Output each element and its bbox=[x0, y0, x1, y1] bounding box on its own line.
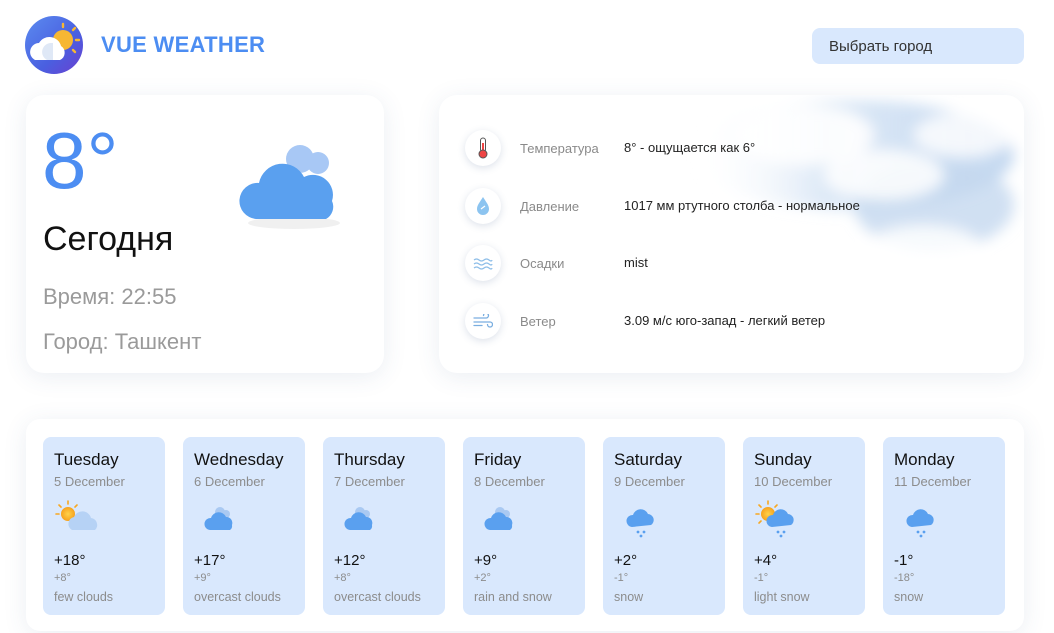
detail-label: Ветер bbox=[520, 314, 556, 329]
day-name: Monday bbox=[894, 450, 955, 469]
detail-label: Давление bbox=[520, 199, 580, 214]
wind-icon bbox=[465, 303, 501, 339]
day-name: Friday bbox=[474, 450, 522, 469]
precipitation-icon bbox=[465, 245, 501, 281]
day-description: overcast clouds bbox=[194, 590, 281, 604]
day-min-temp: -1° bbox=[614, 572, 629, 584]
current-temperature: 8° bbox=[42, 116, 119, 205]
detail-value: 8° - ощущается как 6° bbox=[624, 140, 756, 155]
day-date: 5 December bbox=[54, 474, 125, 489]
thermometer-icon bbox=[465, 130, 501, 166]
day-description: snow bbox=[614, 590, 644, 604]
detail-label: Осадки bbox=[520, 256, 565, 271]
detail-value: mist bbox=[624, 255, 648, 270]
day-description: rain and snow bbox=[474, 590, 552, 604]
day-max-temp: +18° bbox=[54, 552, 86, 569]
day-min-temp: +9° bbox=[194, 572, 211, 584]
sun-cloud-icon bbox=[54, 497, 104, 539]
day-max-temp: +17° bbox=[194, 552, 226, 569]
clouds-icon bbox=[194, 497, 244, 539]
water-drop-icon bbox=[465, 188, 501, 224]
snow-cloud-icon bbox=[894, 497, 944, 539]
day-date: 11 December bbox=[894, 474, 972, 489]
day-date: 7 December bbox=[334, 474, 405, 489]
day-description: overcast clouds bbox=[334, 590, 421, 604]
day-max-temp: +4° bbox=[754, 552, 778, 569]
day-max-temp: -1° bbox=[894, 552, 914, 569]
day-date: 9 December bbox=[614, 474, 685, 489]
day-min-temp: +8° bbox=[54, 572, 71, 584]
app-header: VUE WEATHER Выбрать город bbox=[0, 0, 1054, 92]
detail-value: 3.09 м/с юго-запад - легкий ветер bbox=[624, 313, 826, 328]
detail-row-precipitation: Осадки mist bbox=[439, 243, 1024, 283]
day-date: 10 December bbox=[754, 474, 833, 489]
detail-label: Температура bbox=[520, 141, 599, 156]
day-description: light snow bbox=[754, 590, 810, 604]
day-min-temp: +8° bbox=[334, 572, 351, 584]
day-min-temp: +2° bbox=[474, 572, 491, 584]
forecast-day-card[interactable]: Thursday 7 December +12° +8° overcast cl… bbox=[323, 437, 445, 615]
current-city: Город: Ташкент bbox=[43, 329, 202, 354]
detail-row-temperature: Температура 8° - ощущается как 6° bbox=[439, 128, 1024, 168]
today-label: Сегодня bbox=[43, 220, 174, 258]
sun-snow-cloud-icon bbox=[754, 497, 804, 539]
current-time: Время: 22:55 bbox=[43, 284, 177, 309]
logo-icon[interactable] bbox=[25, 16, 83, 74]
day-description: snow bbox=[894, 590, 924, 604]
details-card: Температура 8° - ощущается как 6° Давлен… bbox=[439, 95, 1024, 373]
day-max-temp: +12° bbox=[334, 552, 366, 569]
day-date: 6 December bbox=[194, 474, 265, 489]
detail-value: 1017 мм ртутного столба - нормальное bbox=[624, 198, 860, 213]
app-title: VUE WEATHER bbox=[101, 32, 266, 57]
forecast-day-card[interactable]: Saturday 9 December +2° -1° snow bbox=[603, 437, 725, 615]
day-name: Saturday bbox=[614, 450, 683, 469]
day-max-temp: +9° bbox=[474, 552, 498, 569]
day-name: Wednesday bbox=[194, 450, 284, 469]
day-name: Tuesday bbox=[54, 450, 119, 469]
clouds-icon bbox=[474, 497, 524, 539]
cloud-icon bbox=[236, 135, 346, 231]
day-min-temp: -18° bbox=[894, 572, 915, 584]
detail-row-pressure: Давление 1017 мм ртутного столба - норма… bbox=[439, 186, 1024, 226]
forecast-day-card[interactable]: Tuesday 5 December +18° +8° few clouds bbox=[43, 437, 165, 615]
select-city-button[interactable]: Выбрать город bbox=[812, 28, 1024, 64]
detail-row-wind: Ветер 3.09 м/с юго-запад - легкий ветер bbox=[439, 301, 1024, 341]
today-card: 8° Сегодня Время: 22:55 Город: Ташкент bbox=[26, 95, 384, 373]
day-description: few clouds bbox=[54, 590, 114, 604]
day-name: Sunday bbox=[754, 450, 812, 469]
forecast-day-card[interactable]: Sunday 10 December +4° -1° light snow bbox=[743, 437, 865, 615]
forecast-day-card[interactable]: Friday 8 December +9° +2° rain and snow bbox=[463, 437, 585, 615]
day-min-temp: -1° bbox=[754, 572, 769, 584]
day-date: 8 December bbox=[474, 474, 545, 489]
forecast-day-card[interactable]: Wednesday 6 December +17° +9° overcast c… bbox=[183, 437, 305, 615]
clouds-icon bbox=[334, 497, 384, 539]
forecast-panel: Tuesday 5 December +18° +8° few clouds W… bbox=[26, 419, 1024, 631]
day-max-temp: +2° bbox=[614, 552, 638, 569]
day-name: Thursday bbox=[334, 450, 405, 469]
forecast-day-card[interactable]: Monday 11 December -1° -18° snow bbox=[883, 437, 1005, 615]
snow-cloud-icon bbox=[614, 497, 664, 539]
